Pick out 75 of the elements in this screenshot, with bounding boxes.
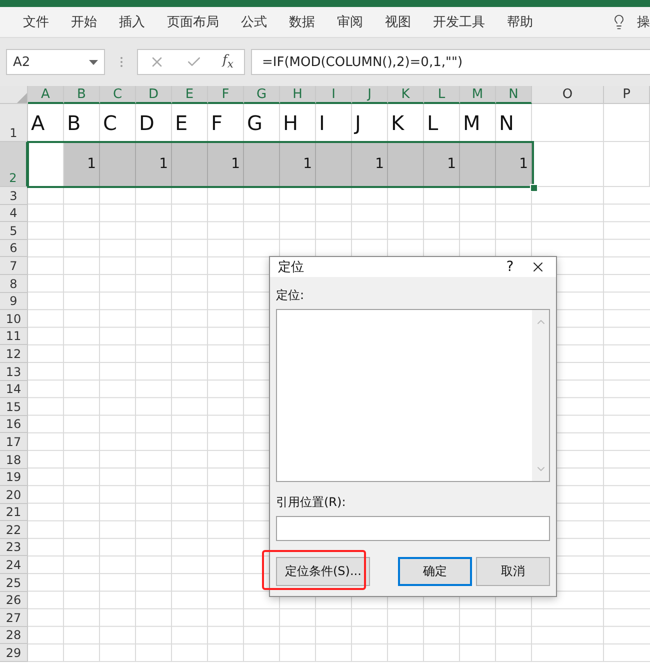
row-header[interactable]: 10 <box>0 310 28 328</box>
column-header[interactable]: N <box>496 86 532 104</box>
ribbon-tab[interactable]: 数据 <box>278 13 326 31</box>
column-header[interactable]: G <box>244 86 280 104</box>
row-header[interactable]: 27 <box>0 609 28 627</box>
dialog-button[interactable]: 定位条件(S)... <box>276 557 370 586</box>
ribbon-tab[interactable]: 帮助 <box>496 13 544 31</box>
column-header[interactable]: D <box>136 86 172 104</box>
row-header[interactable]: 6 <box>0 240 28 258</box>
dialog-title: 定位 <box>278 259 305 276</box>
table-cell: 1 <box>208 142 244 187</box>
row-header[interactable]: 29 <box>0 644 28 662</box>
row-header[interactable]: 15 <box>0 398 28 416</box>
row-header[interactable]: 2 <box>0 142 28 187</box>
formula-field[interactable]: =IF(MOD(COLUMN(),2)=0,1,"") <box>251 49 650 75</box>
row-header[interactable]: 23 <box>0 538 28 556</box>
tell-me-text[interactable]: 操 <box>637 13 650 31</box>
row-header[interactable]: 5 <box>0 222 28 240</box>
row-header[interactable]: 14 <box>0 380 28 398</box>
table-cell: 1 <box>424 142 460 187</box>
column-header[interactable]: C <box>100 86 136 104</box>
ribbon-tab[interactable]: 页面布局 <box>156 13 230 31</box>
column-header[interactable]: I <box>316 86 352 104</box>
row-header[interactable]: 21 <box>0 504 28 522</box>
row-header[interactable]: 8 <box>0 274 28 293</box>
row-header[interactable]: 24 <box>0 556 28 574</box>
dialog-button[interactable]: 取消 <box>476 557 550 586</box>
row-header[interactable]: 19 <box>0 468 28 486</box>
row-header[interactable]: 22 <box>0 521 28 539</box>
name-box[interactable]: A2 <box>6 49 105 75</box>
row-header[interactable]: 4 <box>0 204 28 222</box>
ribbon-tab[interactable]: 开始 <box>60 13 108 31</box>
ribbon-tab[interactable]: 公式 <box>230 13 278 31</box>
list-label: 定位: <box>276 287 306 304</box>
column-header[interactable]: E <box>172 86 208 104</box>
column-header[interactable]: B <box>64 86 100 104</box>
column-header[interactable]: L <box>424 86 460 104</box>
table-cell: 1 <box>136 142 172 187</box>
row-header[interactable]: 3 <box>0 187 28 205</box>
ribbon-tab[interactable]: 开发工具 <box>422 13 496 31</box>
column-header[interactable]: K <box>388 86 424 104</box>
column-header[interactable]: J <box>352 86 388 104</box>
table-cell: 1 <box>64 142 100 187</box>
row-header[interactable]: 16 <box>0 416 28 434</box>
ribbon-tab[interactable]: 视图 <box>374 13 422 31</box>
column-header[interactable]: F <box>208 86 244 104</box>
reference-label: 引用位置(R): <box>276 494 347 511</box>
row-header[interactable]: 7 <box>0 257 28 275</box>
row-header[interactable]: 11 <box>0 328 28 346</box>
column-header[interactable]: A <box>28 86 64 104</box>
column-header[interactable]: H <box>280 86 316 104</box>
row-header[interactable]: 18 <box>0 450 28 468</box>
column-header[interactable]: P <box>604 86 650 104</box>
row-header[interactable]: 20 <box>0 486 28 504</box>
dialog-button[interactable]: 确定 <box>398 557 472 586</box>
column-header[interactable]: O <box>532 86 604 104</box>
insert-function-button[interactable]: f$_{x}$ <box>222 53 234 71</box>
table-cell: 1 <box>352 142 388 187</box>
row-header[interactable]: 1 <box>0 104 28 142</box>
row-header[interactable]: 28 <box>0 626 28 644</box>
column-header[interactable]: M <box>460 86 496 104</box>
table-cell: 1 <box>280 142 316 187</box>
table-cell: J <box>352 104 388 142</box>
row-header[interactable]: 13 <box>0 362 28 381</box>
row-header[interactable]: 25 <box>0 574 28 592</box>
ribbon-tab[interactable]: 插入 <box>108 13 156 31</box>
table-cell: 1 <box>496 142 532 187</box>
table-cell: A <box>28 104 64 142</box>
ribbon-tab[interactable]: 文件 <box>12 13 60 31</box>
row-header[interactable]: 17 <box>0 433 28 451</box>
help-button[interactable]: ? <box>490 259 530 275</box>
row-header[interactable]: 9 <box>0 292 28 310</box>
ribbon-tab[interactable]: 审阅 <box>326 13 374 31</box>
row-header[interactable]: 26 <box>0 592 28 610</box>
row-header[interactable]: 12 <box>0 345 28 363</box>
